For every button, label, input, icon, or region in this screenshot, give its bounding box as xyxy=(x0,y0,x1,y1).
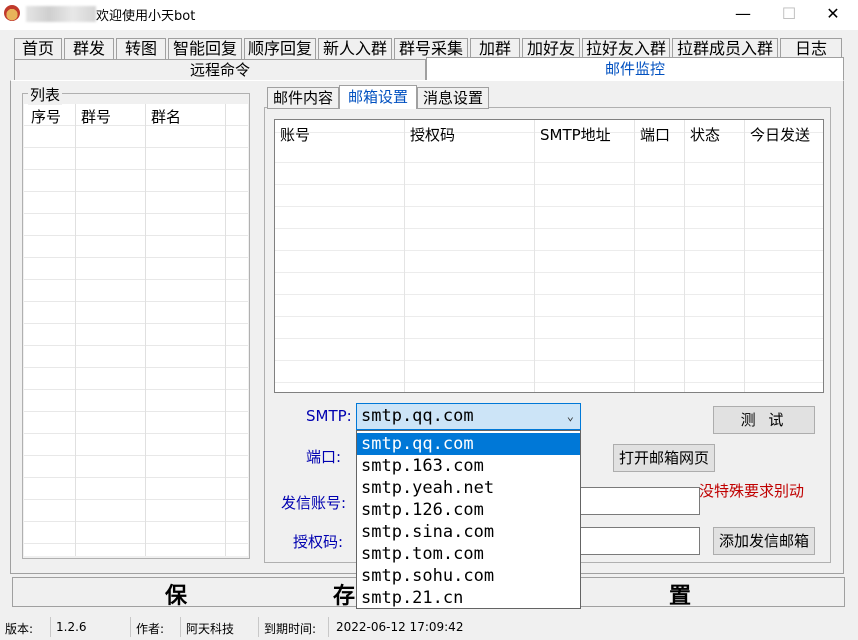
tab-smart-reply[interactable]: 智能回复 xyxy=(168,38,242,60)
auth-code-input[interactable] xyxy=(580,527,700,555)
expire-value: 2022-06-12 17:09:42 xyxy=(336,620,464,634)
port-label: 端口: xyxy=(306,448,342,466)
header-smtp-address[interactable]: SMTP地址 xyxy=(540,124,611,145)
smtp-label: SMTP: xyxy=(306,407,352,425)
version-label: 版本: xyxy=(5,622,34,636)
tab-home[interactable]: 首页 xyxy=(14,38,62,60)
subtab-mailbox-settings[interactable]: 邮箱设置 xyxy=(339,85,417,109)
port-hint: 没特殊要求别动 xyxy=(699,482,805,500)
header-auth-code[interactable]: 授权码 xyxy=(410,124,455,145)
close-button[interactable]: ✕ xyxy=(810,0,856,30)
title-bar: 欢迎使用小天bot — ☐ ✕ xyxy=(0,0,858,30)
header-index[interactable]: 序号 xyxy=(31,106,61,127)
tab-mail-monitor[interactable]: 邮件监控 xyxy=(426,57,844,81)
column-divider xyxy=(684,120,685,392)
header-account[interactable]: 账号 xyxy=(280,124,310,145)
smtp-selected-value: smtp.qq.com xyxy=(361,406,474,426)
header-port[interactable]: 端口 xyxy=(640,124,670,145)
status-divider xyxy=(130,617,131,637)
status-divider xyxy=(180,617,181,637)
app-icon xyxy=(4,5,20,21)
status-divider xyxy=(328,617,329,637)
header-today-sent[interactable]: 今日发送 xyxy=(750,124,810,145)
smtp-select[interactable]: smtp.qq.com ⌄ xyxy=(356,403,581,430)
list-label: 列表 xyxy=(28,84,63,105)
smtp-option[interactable]: smtp.yeah.net xyxy=(357,477,580,499)
sender-account-label: 发信账号: xyxy=(281,494,347,512)
subtab-message-settings[interactable]: 消息设置 xyxy=(417,87,489,109)
smtp-option[interactable]: smtp.21.cn xyxy=(357,587,580,609)
status-divider xyxy=(50,617,51,637)
header-status[interactable]: 状态 xyxy=(690,124,720,145)
test-button[interactable]: 测 试 xyxy=(713,406,815,434)
column-divider xyxy=(534,120,535,392)
status-divider xyxy=(258,617,259,637)
tab-group-send[interactable]: 群发 xyxy=(64,38,114,60)
maximize-button[interactable]: ☐ xyxy=(766,0,812,30)
column-divider xyxy=(744,120,745,392)
minimize-button[interactable]: — xyxy=(720,0,766,30)
save-label-char-2: 存 xyxy=(333,583,356,609)
tab-sequential-reply[interactable]: 顺序回复 xyxy=(244,38,316,60)
smtp-option[interactable]: smtp.163.com xyxy=(357,455,580,477)
subtab-mail-content[interactable]: 邮件内容 xyxy=(267,87,339,109)
header-group-name[interactable]: 群名 xyxy=(151,106,181,127)
smtp-option[interactable]: smtp.126.com xyxy=(357,499,580,521)
auth-code-label: 授权码: xyxy=(293,533,344,551)
column-divider xyxy=(404,120,405,392)
sender-account-input[interactable] xyxy=(580,487,700,515)
group-list-table[interactable] xyxy=(24,104,248,556)
version-value: 1.2.6 xyxy=(56,620,87,634)
smtp-option[interactable]: smtp.sohu.com xyxy=(357,565,580,587)
column-divider xyxy=(634,120,635,392)
tab-new-member[interactable]: 新人入群 xyxy=(318,38,392,60)
window-title: 欢迎使用小天bot xyxy=(96,9,196,24)
expire-label: 到期时间: xyxy=(264,622,317,636)
blurred-username xyxy=(26,6,96,22)
column-divider xyxy=(225,104,226,556)
tab-convert-image[interactable]: 转图 xyxy=(116,38,166,60)
add-sender-mailbox-button[interactable]: 添加发信邮箱 xyxy=(713,527,815,555)
open-mailbox-web-button[interactable]: 打开邮箱网页 xyxy=(613,444,715,472)
smtp-option[interactable]: smtp.sina.com xyxy=(357,521,580,543)
column-divider xyxy=(75,104,76,556)
tab-remote-command[interactable]: 远程命令 xyxy=(14,59,426,81)
smtp-dropdown-list[interactable]: smtp.qq.com smtp.163.com smtp.yeah.net s… xyxy=(356,430,581,609)
save-label-char-3: 置 xyxy=(669,583,692,609)
chevron-down-icon[interactable]: ⌄ xyxy=(567,404,574,429)
author-value: 阿天科技 xyxy=(186,622,235,636)
smtp-option[interactable]: smtp.qq.com xyxy=(357,433,580,455)
author-label: 作者: xyxy=(136,622,165,636)
header-group-number[interactable]: 群号 xyxy=(81,106,111,127)
column-divider xyxy=(145,104,146,556)
smtp-option[interactable]: smtp.tom.com xyxy=(357,543,580,565)
save-label-char-1: 保 xyxy=(165,583,188,609)
mail-account-table[interactable] xyxy=(274,119,824,393)
